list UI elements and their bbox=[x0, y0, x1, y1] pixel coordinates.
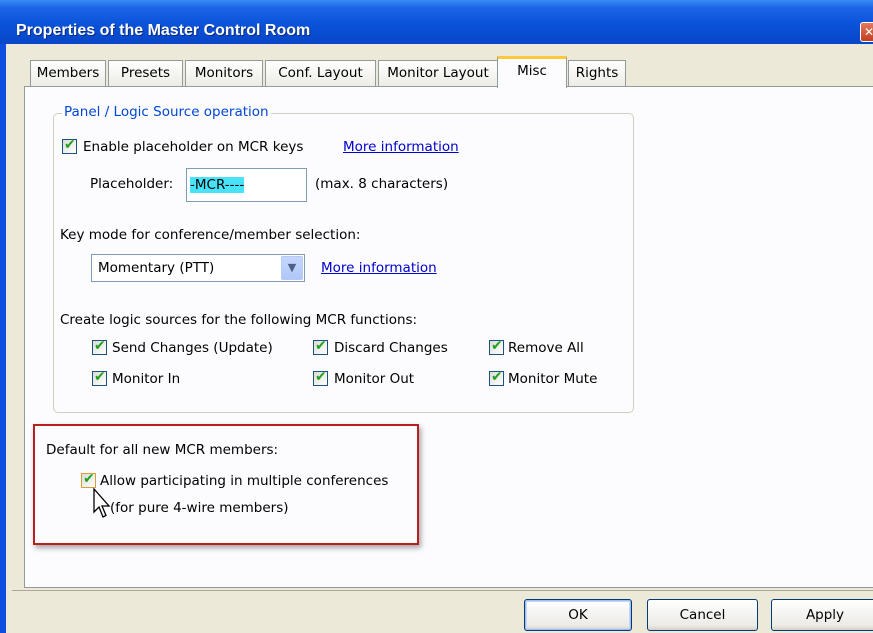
tab-rights[interactable]: Rights bbox=[568, 60, 626, 87]
tab-monitor-layout[interactable]: Monitor Layout bbox=[378, 60, 498, 87]
placeholder-label: Placeholder: bbox=[90, 176, 174, 192]
key-mode-label: Key mode for conference/member selection… bbox=[60, 227, 361, 243]
check-icon: ✔ bbox=[315, 338, 327, 354]
title-bar[interactable]: Properties of the Master Control Room ✕ bbox=[0, 0, 873, 44]
window-title: Properties of the Master Control Room bbox=[16, 22, 311, 39]
key-mode-select[interactable]: Momentary (PTT) ▼ bbox=[91, 254, 305, 282]
key-mode-value: Momentary (PTT) bbox=[98, 260, 215, 276]
tab-monitors[interactable]: Monitors bbox=[185, 60, 263, 87]
send-changes-checkbox[interactable]: ✔ bbox=[92, 338, 107, 355]
tab-conf-layout[interactable]: Conf. Layout bbox=[265, 60, 376, 87]
chevron-down-icon[interactable]: ▼ bbox=[281, 256, 303, 280]
check-icon: ✔ bbox=[94, 369, 106, 385]
monitor-out-checkbox[interactable]: ✔ bbox=[313, 369, 328, 386]
more-information-link[interactable]: More information bbox=[343, 139, 459, 155]
allow-multi-label: Allow participating in multiple conferen… bbox=[100, 473, 389, 489]
remove-all-label: Remove All bbox=[508, 340, 584, 356]
enable-placeholder-checkbox[interactable]: ✔ bbox=[62, 137, 77, 154]
check-icon: ✔ bbox=[64, 137, 76, 153]
properties-dialog: Properties of the Master Control Room ✕ … bbox=[0, 0, 873, 633]
remove-all-checkbox[interactable]: ✔ bbox=[489, 338, 504, 355]
discard-changes-checkbox[interactable]: ✔ bbox=[313, 338, 328, 355]
allow-multi-checkbox[interactable]: ✔ bbox=[81, 471, 96, 488]
monitor-in-checkbox[interactable]: ✔ bbox=[92, 369, 107, 386]
check-icon: ✔ bbox=[491, 369, 503, 385]
functions-label: Create logic sources for the following M… bbox=[60, 312, 418, 328]
check-icon: ✔ bbox=[491, 338, 503, 354]
cancel-button[interactable]: Cancel bbox=[647, 599, 758, 631]
allow-multi-note: (for pure 4-wire members) bbox=[110, 500, 289, 516]
more-information-link-2[interactable]: More information bbox=[321, 260, 437, 276]
tab-presets[interactable]: Presets bbox=[108, 60, 183, 87]
monitor-in-label: Monitor In bbox=[112, 371, 181, 387]
enable-placeholder-label: Enable placeholder on MCR keys bbox=[83, 139, 304, 155]
group-title: Panel / Logic Source operation bbox=[62, 104, 271, 120]
bottom-divider bbox=[12, 590, 873, 591]
send-changes-label: Send Changes (Update) bbox=[112, 340, 273, 356]
defaults-label: Default for all new MCR members: bbox=[46, 442, 279, 458]
tab-misc[interactable]: Misc bbox=[497, 56, 567, 88]
monitor-out-label: Monitor Out bbox=[334, 371, 415, 387]
placeholder-input[interactable]: -MCR---- bbox=[186, 168, 307, 202]
close-icon[interactable]: ✕ bbox=[860, 22, 873, 42]
placeholder-hint: (max. 8 characters) bbox=[315, 176, 449, 192]
check-icon: ✔ bbox=[94, 338, 106, 354]
check-icon: ✔ bbox=[315, 369, 327, 385]
check-icon: ✔ bbox=[83, 471, 95, 487]
apply-button[interactable]: Apply bbox=[771, 599, 873, 631]
placeholder-value: -MCR---- bbox=[190, 177, 245, 193]
ok-button[interactable]: OK bbox=[524, 599, 632, 631]
monitor-mute-label: Monitor Mute bbox=[508, 371, 598, 387]
discard-changes-label: Discard Changes bbox=[334, 340, 448, 356]
mouse-cursor-icon bbox=[93, 488, 111, 518]
tab-members[interactable]: Members bbox=[30, 60, 106, 87]
monitor-mute-checkbox[interactable]: ✔ bbox=[489, 369, 504, 386]
